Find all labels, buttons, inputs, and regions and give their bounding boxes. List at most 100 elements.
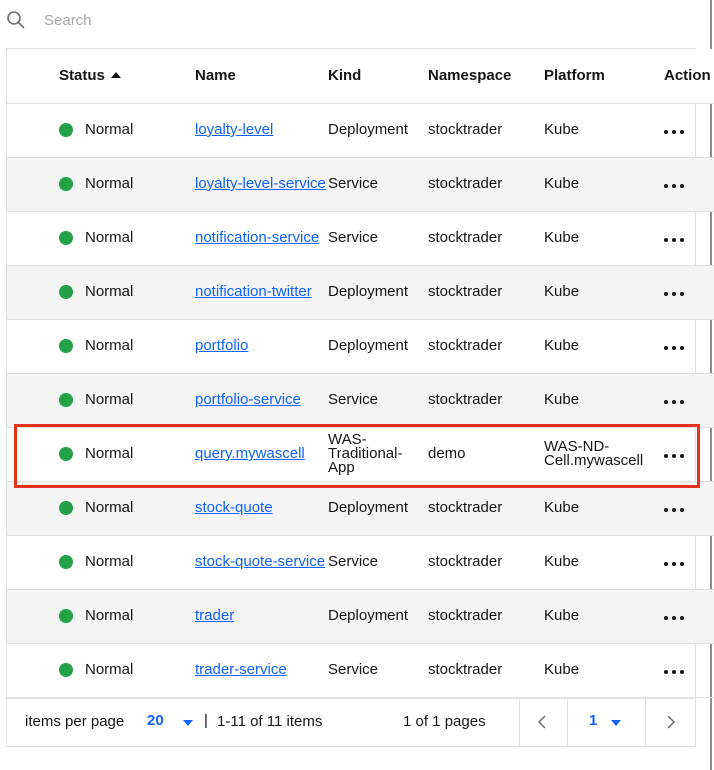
status-text: Normal — [85, 607, 134, 624]
table-row: Normal notification-twitter Deployment stoc… — [7, 265, 714, 319]
pager-divider — [567, 698, 568, 746]
chevron-right-icon — [667, 715, 676, 729]
namespace-cell: demo — [428, 445, 466, 462]
previous-page-button[interactable] — [519, 698, 567, 746]
overflow-menu-icon[interactable] — [664, 391, 688, 408]
status-cell: Normal — [7, 643, 195, 697]
name-cell: portfolio-service — [195, 373, 328, 427]
overflow-menu-icon[interactable] — [664, 121, 688, 138]
namespace-cell: stocktrader — [428, 121, 503, 138]
overflow-menu-icon[interactable] — [664, 283, 688, 300]
kind-cell: WAS-Traditional-App — [328, 431, 403, 476]
status-normal-icon — [59, 501, 73, 515]
kind-cell: Deployment — [328, 499, 409, 516]
page-select[interactable]: 1 — [579, 698, 645, 746]
table-row: Normal stock-quote-service Service stocktra… — [7, 535, 714, 589]
platform-cell: Kube — [544, 499, 580, 516]
resource-name-link[interactable]: loyalty-level-service — [195, 175, 326, 192]
resource-name-link[interactable]: notification-twitter — [195, 283, 312, 300]
table-row: Normal loyalty-level-service Service stockt… — [7, 157, 714, 211]
status-normal-icon — [59, 393, 73, 407]
platform-cell: Kube — [544, 607, 580, 624]
resource-name-link[interactable]: stock-quote-service — [195, 553, 325, 570]
resource-name-link[interactable]: stock-quote — [195, 499, 273, 516]
search-input[interactable] — [44, 8, 644, 32]
name-cell: notification-twitter — [195, 265, 328, 319]
overflow-menu-icon[interactable] — [664, 607, 688, 624]
resource-name-link[interactable]: portfolio — [195, 337, 248, 354]
items-per-page-select[interactable]: 20 — [147, 712, 164, 729]
status-normal-icon — [59, 177, 73, 191]
resource-name-link[interactable]: notification-service — [195, 229, 319, 246]
header-status-label: Status — [59, 67, 105, 85]
action-cell — [664, 535, 714, 589]
status-normal-icon — [59, 123, 73, 137]
name-cell: trader-service — [195, 643, 328, 697]
table-row: Normal portfolio-service Service stocktrade… — [7, 373, 714, 427]
kind-cell: Service — [328, 229, 379, 246]
action-cell — [664, 481, 714, 535]
namespace-cell: stocktrader — [428, 391, 503, 408]
next-page-button[interactable] — [645, 698, 695, 746]
resource-name-link[interactable]: query.mywascell — [195, 445, 305, 462]
status-normal-icon — [59, 609, 73, 623]
status-text: Normal — [85, 229, 134, 246]
resource-name-link[interactable]: trader — [195, 607, 234, 624]
resource-name-link[interactable]: trader-service — [195, 661, 287, 678]
action-cell — [664, 589, 714, 643]
platform-cell: Kube — [544, 175, 580, 192]
platform-cell: Kube — [544, 229, 580, 246]
platform-cell: Kube — [544, 391, 580, 408]
name-cell: query.mywascell — [195, 427, 328, 481]
overflow-menu-icon[interactable] — [664, 445, 688, 462]
status-cell: Normal — [7, 481, 195, 535]
table-row: Normal loyalty-level Deployment stocktrader… — [7, 103, 714, 157]
status-text: Normal — [85, 121, 134, 138]
action-cell — [664, 373, 714, 427]
header-status[interactable]: Status — [7, 49, 195, 104]
status-text: Normal — [85, 553, 134, 570]
table-row: Normal portfolio Deployment stocktrader Kube — [7, 319, 714, 373]
platform-cell: WAS-ND-Cell.mywascell — [544, 438, 644, 469]
namespace-cell: stocktrader — [428, 553, 503, 570]
resource-table: Status Name Kind Namespace Platform Acti… — [7, 49, 714, 698]
header-namespace[interactable]: Namespace — [428, 49, 544, 104]
resource-name-link[interactable]: portfolio-service — [195, 391, 301, 408]
current-page: 1 — [589, 712, 598, 729]
status-cell: Normal — [7, 103, 195, 157]
status-normal-icon — [59, 447, 73, 461]
kind-cell: Deployment — [328, 337, 409, 354]
table-row: Normal stock-quote Deployment stocktrader Ku… — [7, 481, 714, 535]
overflow-menu-icon[interactable] — [664, 553, 688, 570]
overflow-menu-icon[interactable] — [664, 175, 688, 192]
action-cell — [664, 427, 714, 481]
header-name[interactable]: Name — [195, 49, 328, 104]
header-platform[interactable]: Platform — [544, 49, 664, 104]
action-cell — [664, 643, 714, 697]
overflow-menu-icon[interactable] — [664, 661, 688, 678]
overflow-menu-icon[interactable] — [664, 499, 688, 516]
namespace-cell: stocktrader — [428, 661, 503, 678]
platform-cell: Kube — [544, 121, 580, 138]
status-normal-icon — [59, 663, 73, 677]
namespace-cell: stocktrader — [428, 337, 503, 354]
resource-name-link[interactable]: loyalty-level — [195, 121, 273, 138]
action-cell — [664, 157, 714, 211]
status-text: Normal — [85, 499, 134, 516]
action-cell — [664, 103, 714, 157]
status-text: Normal — [85, 337, 134, 354]
overflow-menu-icon[interactable] — [664, 229, 688, 246]
chevron-left-icon — [537, 715, 546, 729]
chevron-down-icon — [611, 720, 621, 726]
status-text: Normal — [85, 283, 134, 300]
table-row: Normal query.mywascell WAS-Traditional-App… — [7, 427, 714, 481]
kind-cell: Deployment — [328, 121, 409, 138]
action-cell — [664, 211, 714, 265]
namespace-cell: stocktrader — [428, 175, 503, 192]
header-kind[interactable]: Kind — [328, 49, 428, 104]
table-row: Normal trader-service Service stocktrader Ku… — [7, 643, 714, 697]
name-cell: loyalty-level-service — [195, 157, 328, 211]
chevron-down-icon[interactable] — [183, 720, 193, 726]
name-cell: loyalty-level — [195, 103, 328, 157]
overflow-menu-icon[interactable] — [664, 337, 688, 354]
